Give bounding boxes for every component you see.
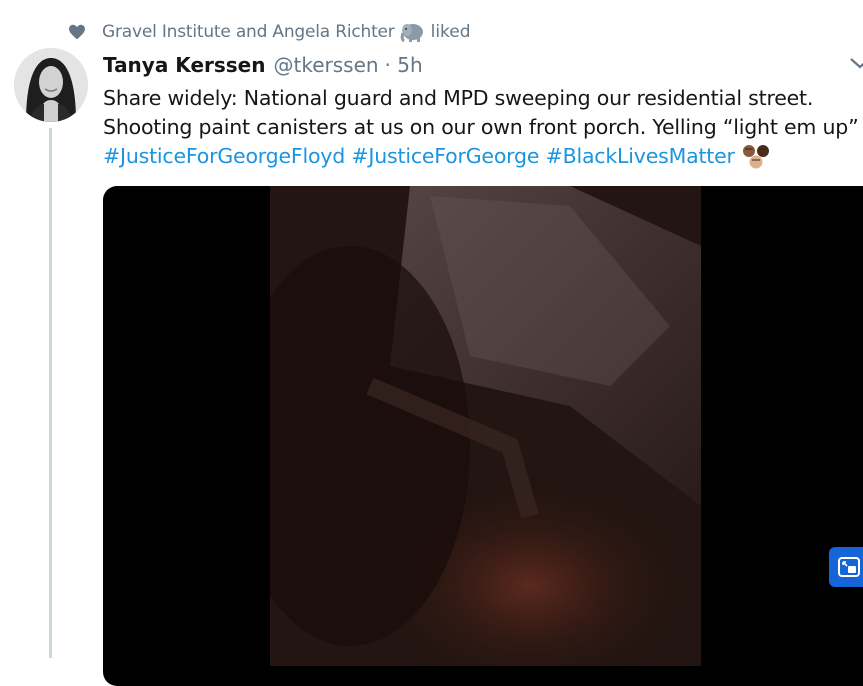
thread-line: [49, 128, 52, 658]
picture-in-picture-button[interactable]: [829, 547, 863, 587]
author-name[interactable]: Tanya Kerssen: [103, 53, 265, 77]
liked-by-users[interactable]: Gravel Institute and Angela Richter: [102, 22, 395, 42]
tweet-header: Tanya Kerssen @tkerssen · 5h: [103, 50, 863, 80]
tweet-timestamp[interactable]: · 5h: [385, 53, 423, 77]
video-player[interactable]: [103, 186, 863, 686]
social-context: Gravel Institute and Angela Richter like…: [68, 18, 471, 46]
tweet-text-line-2: Shooting paint canisters at us on our ow…: [103, 115, 859, 139]
hashtag-link[interactable]: #BlackLivesMatter: [546, 144, 735, 168]
author-handle[interactable]: @tkerssen: [273, 53, 378, 77]
raised-fists-icon: [743, 145, 770, 169]
tweet-hashtags: #JusticeForGeorgeFloyd #JusticeForGeorge…: [103, 142, 863, 171]
avatar[interactable]: [14, 48, 88, 122]
video-frame: [270, 186, 701, 666]
tweet-text: Share widely: National guard and MPD swe…: [103, 84, 863, 171]
hashtag-link[interactable]: #JusticeForGeorgeFloyd: [103, 144, 345, 168]
picture-in-picture-icon: [838, 557, 860, 577]
hashtag-link[interactable]: #JusticeForGeorge: [351, 144, 539, 168]
chevron-down-icon[interactable]: [849, 56, 863, 70]
avatar-image: [14, 48, 88, 122]
liked-label: liked: [430, 22, 471, 42]
heart-icon: [69, 24, 85, 40]
video-content: [270, 186, 701, 666]
elephant-icon: [400, 24, 423, 43]
tweet-text-line-1: Share widely: National guard and MPD swe…: [103, 86, 814, 110]
